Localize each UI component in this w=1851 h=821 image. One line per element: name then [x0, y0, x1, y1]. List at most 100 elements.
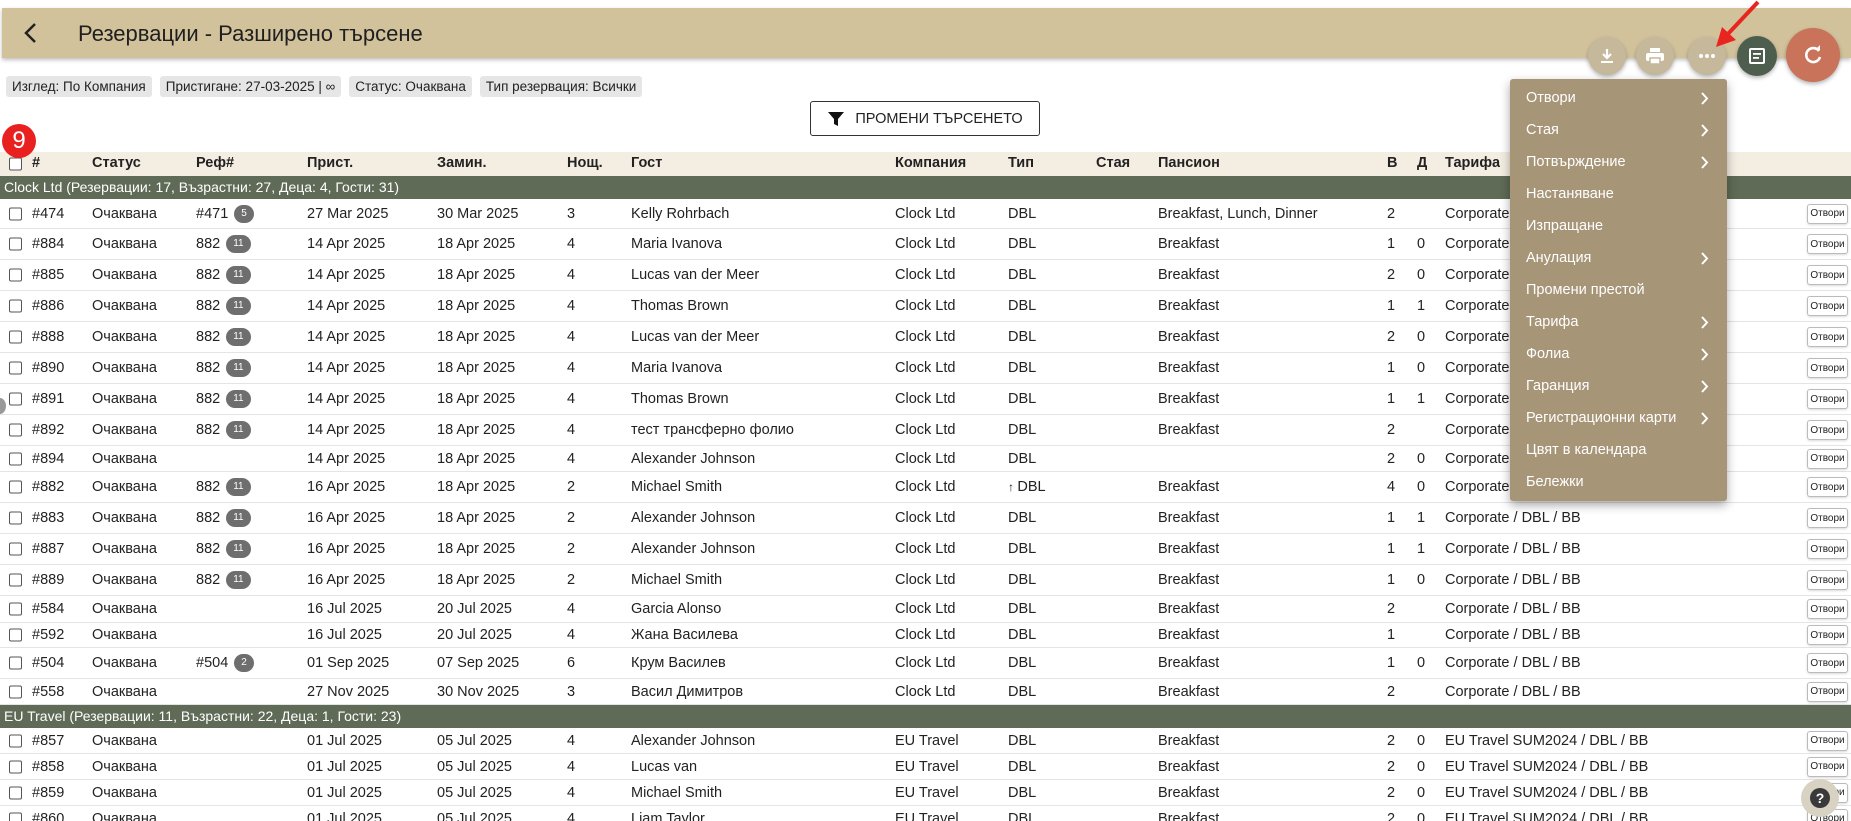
row-open-button[interactable]: Отвори	[1807, 539, 1848, 559]
refresh-icon	[1805, 45, 1822, 64]
col-header-room[interactable]: Стая	[1096, 155, 1130, 171]
row-checkbox[interactable]	[9, 786, 22, 799]
group-header-row[interactable]: EU Travel (Резервации: 11, Възрастни: 22…	[0, 705, 1851, 728]
row-open-button[interactable]: Отвори	[1807, 296, 1848, 316]
select-all-checkbox[interactable]	[9, 157, 22, 171]
row-checkbox[interactable]	[9, 573, 22, 587]
row-checkbox[interactable]	[9, 628, 22, 642]
row-open-button[interactable]: Отвори	[1807, 570, 1848, 590]
menu-item[interactable]: Настаняване	[1510, 178, 1727, 210]
menu-item-label: Тарифа	[1526, 314, 1579, 330]
row-open-button[interactable]: Отвори	[1807, 358, 1848, 378]
row-checkbox[interactable]	[9, 685, 22, 698]
menu-item[interactable]: Регистрационни карти	[1510, 402, 1727, 434]
cell-type: DBL	[1008, 785, 1036, 801]
cell-id: #887	[32, 541, 65, 557]
row-open-button[interactable]: Отвори	[1807, 508, 1848, 528]
row-open-button[interactable]: Отвори	[1807, 234, 1848, 254]
row-open-button[interactable]: Отвори	[1807, 448, 1848, 469]
menu-item[interactable]: Стая	[1510, 114, 1727, 146]
col-header-rate[interactable]: Тарифа	[1445, 155, 1500, 171]
col-header-company[interactable]: Компания	[895, 155, 966, 171]
table-row[interactable]: #860 Очаквана 01 Jul 2025 05 Jul 2025 4 Liam …	[0, 806, 1851, 821]
col-header-nights[interactable]: Нощ.	[567, 155, 603, 171]
help-button[interactable]: ?	[1801, 779, 1839, 817]
cell-id: #860	[32, 810, 65, 821]
row-checkbox[interactable]	[9, 330, 22, 344]
row-open-button[interactable]: Отвори	[1807, 265, 1848, 285]
menu-item-label: Потвърждение	[1526, 154, 1626, 170]
row-checkbox[interactable]	[9, 361, 22, 375]
table-row[interactable]: #592 Очаквана 16 Jul 2025 20 Jul 2025 4 Жана …	[0, 623, 1851, 648]
col-header-type[interactable]: Тип	[1008, 155, 1034, 171]
row-checkbox[interactable]	[9, 734, 22, 747]
table-row[interactable]: #558 Очаквана 27 Nov 2025 30 Nov 2025 3 Васил…	[0, 679, 1851, 705]
col-header-ref[interactable]: Реф#	[196, 155, 234, 171]
menu-item-label: Гаранция	[1526, 378, 1590, 394]
row-checkbox[interactable]	[9, 392, 22, 406]
row-open-button[interactable]: Отвори	[1807, 730, 1848, 751]
table-row[interactable]: #857 Очаквана 01 Jul 2025 05 Jul 2025 4 Alexa…	[0, 728, 1851, 754]
row-checkbox[interactable]	[9, 423, 22, 437]
col-header-arrival[interactable]: Прист.	[307, 155, 353, 171]
row-open-button[interactable]: Отвори	[1807, 653, 1848, 673]
row-checkbox[interactable]	[9, 480, 22, 494]
col-header-status[interactable]: Статус	[92, 155, 141, 171]
chevron-right-icon	[1701, 156, 1709, 169]
back-button[interactable]	[14, 16, 48, 50]
row-open-button[interactable]: Отвори	[1807, 420, 1848, 440]
change-search-button[interactable]: ПРОМЕНИ ТЪРСЕНЕТО	[810, 101, 1040, 136]
cell-adults: 2	[1387, 329, 1396, 345]
row-checkbox[interactable]	[9, 452, 22, 465]
row-checkbox[interactable]	[9, 207, 22, 220]
row-checkbox[interactable]	[9, 812, 22, 821]
col-header-board[interactable]: Пансион	[1158, 155, 1220, 171]
menu-item[interactable]: Тарифа	[1510, 306, 1727, 338]
menu-item[interactable]: Отвори	[1510, 82, 1727, 114]
row-open-button[interactable]: Отвори	[1807, 389, 1848, 409]
row-checkbox[interactable]	[9, 602, 22, 616]
print-button[interactable]	[1636, 37, 1674, 75]
table-row[interactable]: #887 Очаквана 882 11 16 Apr 2025 18 Apr 2025 2…	[0, 534, 1851, 565]
table-row[interactable]: #858 Очаквана 01 Jul 2025 05 Jul 2025 4 Lucas…	[0, 754, 1851, 780]
menu-item[interactable]: Изпращане	[1510, 210, 1727, 242]
row-open-button[interactable]: Отвори	[1807, 625, 1848, 645]
table-row[interactable]: #504 Очаквана #504 2 01 Sep 2025 07 Sep 2025 6…	[0, 648, 1851, 679]
col-header-id[interactable]: #	[32, 155, 40, 171]
row-open-button[interactable]: Отвори	[1807, 599, 1848, 619]
menu-item[interactable]: Бележки	[1510, 466, 1727, 498]
col-header-guest[interactable]: Гост	[631, 155, 662, 171]
cell-nights: 4	[567, 236, 576, 252]
row-checkbox[interactable]	[9, 760, 22, 773]
download-button[interactable]	[1588, 37, 1626, 75]
row-open-button[interactable]: Отвори	[1807, 756, 1848, 777]
col-header-departure[interactable]: Замин.	[437, 155, 487, 171]
col-header-adults[interactable]: В	[1387, 155, 1397, 171]
ref-number: 882	[196, 235, 221, 252]
row-checkbox[interactable]	[9, 299, 22, 313]
col-header-children[interactable]: Д	[1417, 155, 1427, 171]
row-open-button[interactable]: Отвори	[1807, 681, 1848, 702]
refresh-button[interactable]	[1786, 28, 1840, 82]
menu-item[interactable]: Цвят в календара	[1510, 434, 1727, 466]
row-open-button[interactable]: Отвори	[1807, 327, 1848, 347]
row-open-button[interactable]: Отвори	[1807, 203, 1848, 224]
row-checkbox[interactable]	[9, 542, 22, 556]
menu-item[interactable]: Анулация	[1510, 242, 1727, 274]
menu-item[interactable]: Гаранция	[1510, 370, 1727, 402]
table-row[interactable]: #883 Очаквана 882 11 16 Apr 2025 18 Apr 2025 2…	[0, 503, 1851, 534]
cell-type: DBL	[1008, 391, 1036, 407]
table-row[interactable]: #584 Очаквана 16 Jul 2025 20 Jul 2025 4 Garci…	[0, 596, 1851, 623]
row-checkbox[interactable]	[9, 511, 22, 525]
cell-ref: #471 5	[196, 204, 254, 223]
row-open-button[interactable]: Отвори	[1807, 477, 1848, 497]
row-checkbox[interactable]	[9, 237, 22, 251]
menu-item[interactable]: Фолиа	[1510, 338, 1727, 370]
menu-item[interactable]: Потвърждение	[1510, 146, 1727, 178]
menu-item[interactable]: Промени престой	[1510, 274, 1727, 306]
cell-arrival: 16 Jul 2025	[307, 627, 382, 643]
row-checkbox[interactable]	[9, 656, 22, 670]
table-row[interactable]: #889 Очаквана 882 11 16 Apr 2025 18 Apr 2025 2…	[0, 565, 1851, 596]
row-checkbox[interactable]	[9, 268, 22, 282]
table-row[interactable]: #859 Очаквана 01 Jul 2025 05 Jul 2025 4 Micha…	[0, 780, 1851, 806]
